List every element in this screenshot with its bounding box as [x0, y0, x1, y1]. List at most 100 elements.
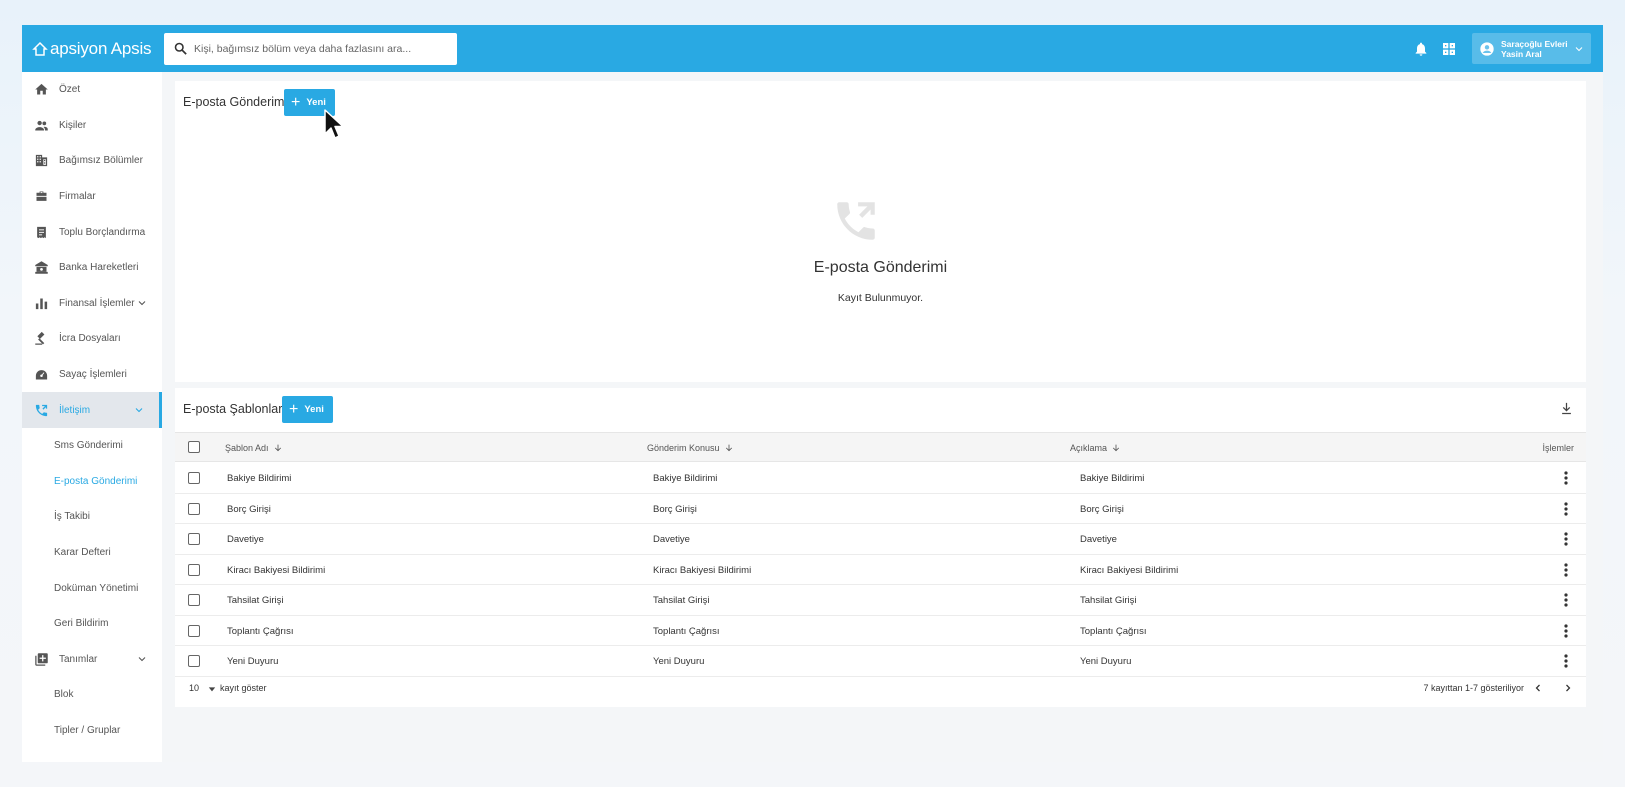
more-vert-icon[interactable]: [1564, 562, 1568, 577]
table-row[interactable]: Borç Girişi Borç Girişi Borç Girişi: [175, 494, 1586, 524]
chevron-left-icon[interactable]: [1532, 682, 1544, 694]
sidebar-item-label: Özet: [59, 84, 81, 96]
page-size-label: kayıt göster: [220, 683, 267, 693]
row-checkbox[interactable]: [188, 594, 200, 606]
logo[interactable]: apsiyon Apsis: [22, 39, 164, 59]
more-vert-icon[interactable]: [1564, 623, 1568, 638]
sidebar-item-firmalar[interactable]: Firmalar: [22, 179, 162, 215]
cell-gonderim-konusu: Tahsilat Girişi: [653, 595, 710, 606]
plus-icon: +: [289, 400, 299, 418]
sidebar-subitem-geri-bildirim[interactable]: Geri Bildirim: [22, 606, 162, 642]
sidebar: Özet Kişiler Bağımsız Bölümler Firmalar …: [22, 72, 162, 762]
library-add-icon: [35, 653, 48, 666]
gavel-icon: [35, 332, 45, 346]
more-vert-icon[interactable]: [1564, 593, 1568, 607]
empty-state-title: E-posta Gönderimi: [813, 259, 948, 276]
sidebar-subitem-dokuman-yonetimi[interactable]: Doküman Yönetimi: [22, 570, 162, 606]
user-menu[interactable]: Saraçoğlu Evleri Yasin Aral: [1472, 33, 1591, 64]
row-checkbox[interactable]: [188, 655, 200, 667]
cell-aciklama: Borç Girişi: [1080, 503, 1124, 515]
cell-gonderim-konusu: Borç Girişi: [653, 503, 697, 515]
sidebar-item-sayac-islemleri[interactable]: Sayaç İşlemleri: [22, 357, 162, 393]
table-row[interactable]: Bakiye Bildirimi Bakiye Bildirimi Bakiye B…: [175, 463, 1586, 494]
cell-gonderim-konusu: Kiracı Bakiyesi Bildirimi: [653, 564, 752, 576]
notifications-button[interactable]: [1412, 40, 1430, 58]
sidebar-item-kisiler[interactable]: Kişiler: [22, 108, 162, 144]
row-checkbox[interactable]: [188, 472, 200, 484]
cell-aciklama: Toplantı Çağrısı: [1080, 625, 1147, 637]
apps-grid-icon: [1443, 42, 1455, 55]
table-header: Şablon Adı Gönderim Konusu Açıklama İşle…: [175, 432, 1586, 462]
table-row[interactable]: Kiracı Bakiyesi Bildirimi Kiracı Bakiyesi…: [175, 555, 1586, 585]
download-icon[interactable]: [1559, 401, 1574, 416]
cell-aciklama: Bakiye Bildirimi: [1080, 473, 1145, 484]
sidebar-item-finansal-islemler[interactable]: Finansal İşlemler: [22, 286, 162, 322]
cell-aciklama: Davetiye: [1080, 534, 1117, 545]
sidebar-item-banka-hareketleri[interactable]: Banka Hareketleri: [22, 250, 162, 286]
chevron-down-icon: [135, 408, 143, 413]
search-box[interactable]: [164, 32, 457, 65]
sidebar-item-label: Sayaç İşlemleri: [59, 369, 127, 381]
home-icon: [35, 84, 48, 95]
cell-sablon-adi: Yeni Duyuru: [227, 656, 279, 667]
sidebar-item-iletisim[interactable]: İletişim: [22, 392, 162, 428]
cell-sablon-adi: Toplantı Çağrısı: [227, 625, 294, 637]
column-header-sablon-adi[interactable]: Şablon Adı: [225, 443, 283, 453]
new-template-button-label: Yeni: [304, 404, 324, 415]
chevron-right-icon[interactable]: [1562, 682, 1574, 694]
table-row[interactable]: Davetiye Davetiye Davetiye: [175, 524, 1586, 555]
table-row[interactable]: Toplantı Çağrısı Toplantı Çağrısı Toplantı…: [175, 616, 1586, 646]
sidebar-subitem-eposta-gonderimi[interactable]: E-posta Gönderimi: [22, 464, 162, 500]
phone-forward-icon: [837, 202, 875, 240]
apps-button[interactable]: [1440, 40, 1458, 58]
sidebar-item-ozet[interactable]: Özet: [22, 72, 162, 108]
bar-chart-icon: [35, 298, 48, 309]
building-icon: [35, 155, 48, 167]
email-templates-card: E-posta Şablonları + Yeni Şablon Adı Gön…: [175, 388, 1586, 707]
meter-icon: [35, 370, 48, 380]
new-template-button[interactable]: + Yeni: [282, 396, 333, 423]
select-all-checkbox[interactable]: [188, 441, 200, 453]
new-email-button-label: Yeni: [306, 97, 326, 108]
row-checkbox[interactable]: [188, 624, 200, 637]
caret-down-icon[interactable]: [208, 685, 216, 693]
sidebar-item-icra-dosyalari[interactable]: İcra Dosyaları: [22, 321, 162, 357]
sidebar-subitem-sms-gonderimi[interactable]: Sms Gönderimi: [22, 428, 162, 464]
sidebar-item-label: Banka Hareketleri: [59, 262, 139, 274]
sidebar-item-label: Finansal İşlemler: [59, 297, 135, 309]
sidebar-subitem-blok[interactable]: Blok: [22, 677, 162, 713]
cell-sablon-adi: Bakiye Bildirimi: [227, 473, 292, 484]
table-row[interactable]: Tahsilat Girişi Tahsilat Girişi Tahsilat G…: [175, 585, 1586, 616]
more-vert-icon[interactable]: [1564, 532, 1568, 546]
sidebar-item-label: Kişiler: [59, 119, 87, 131]
column-header-islemler: İşlemler: [1542, 443, 1574, 453]
empty-state-text: Kayıt Bulunmuyor.: [837, 292, 924, 304]
search-input[interactable]: [194, 42, 444, 55]
sidebar-item-toplu-borclandirma[interactable]: Toplu Borçlandırma: [22, 214, 162, 250]
cell-sablon-adi: Tahsilat Girişi: [227, 595, 284, 606]
column-header-aciklama[interactable]: Açıklama: [1070, 443, 1121, 453]
email-sending-title: E-posta Gönderimi: [183, 95, 288, 109]
column-header-gonderim-konusu[interactable]: Gönderim Konusu: [647, 443, 734, 453]
sidebar-subitem-tipler-gruplar[interactable]: Tipler / Gruplar: [22, 713, 162, 749]
sidebar-item-label: Firmalar: [59, 191, 96, 203]
cell-gonderim-konusu: Davetiye: [653, 534, 690, 545]
cell-sablon-adi: Borç Girişi: [227, 503, 271, 515]
sidebar-subitem-karar-defteri[interactable]: Karar Defteri: [22, 535, 162, 571]
page-size-value[interactable]: 10: [189, 683, 199, 693]
cell-aciklama: Kiracı Bakiyesi Bildirimi: [1080, 564, 1179, 576]
more-vert-icon[interactable]: [1564, 471, 1568, 485]
chevron-down-icon: [1575, 46, 1583, 51]
bell-icon: [1415, 42, 1427, 56]
row-checkbox[interactable]: [188, 502, 200, 515]
row-checkbox[interactable]: [188, 533, 200, 545]
sidebar-item-tanimlar[interactable]: Tanımlar: [22, 642, 162, 678]
row-checkbox[interactable]: [188, 563, 200, 576]
sidebar-item-bagimsiz-bolumler[interactable]: Bağımsız Bölümler: [22, 143, 162, 179]
sidebar-item-label: Tanımlar: [59, 653, 98, 665]
more-vert-icon[interactable]: [1564, 654, 1568, 668]
sort-arrow-down-icon: [274, 444, 281, 452]
search-icon: [174, 42, 187, 55]
sidebar-subitem-is-takibi[interactable]: İş Takibi: [22, 499, 162, 535]
more-vert-icon[interactable]: [1564, 501, 1568, 516]
